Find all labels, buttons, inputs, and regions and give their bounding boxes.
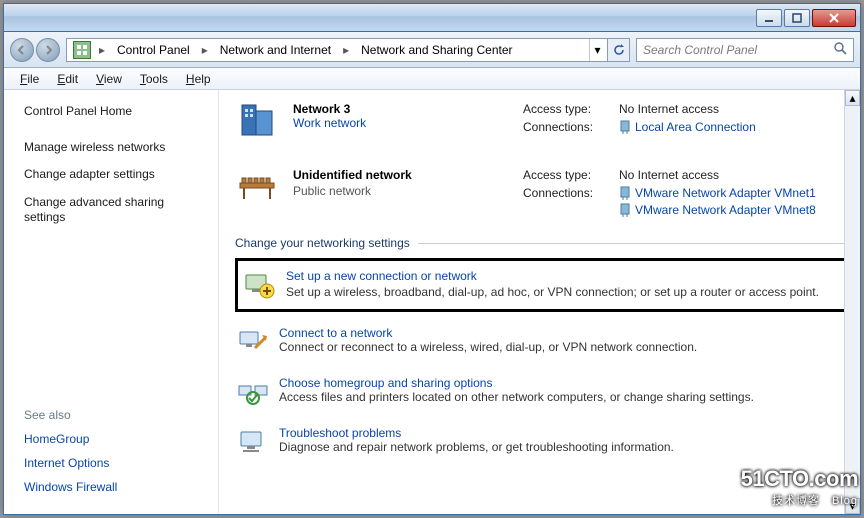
chevron-right-icon[interactable]: ▸ — [339, 39, 353, 61]
maximize-button[interactable] — [784, 9, 810, 27]
task-title: Set up a new connection or network — [286, 269, 819, 283]
search-input[interactable]: Search Control Panel — [636, 38, 854, 62]
task-homegroup[interactable]: Choose homegroup and sharing options Acc… — [235, 370, 848, 420]
sidebar-link-sharing[interactable]: Change advanced sharing settings — [24, 195, 204, 226]
troubleshoot-icon — [237, 426, 269, 458]
menu-file[interactable]: File — [12, 70, 47, 88]
task-desc: Access files and printers located on oth… — [279, 390, 754, 404]
network-icon[interactable] — [235, 98, 279, 142]
adapter-icon — [619, 120, 631, 134]
task-connect-network[interactable]: Connect to a network Connect or reconnec… — [235, 320, 848, 370]
section-title: Change your networking settings — [235, 236, 848, 250]
refresh-button[interactable] — [608, 38, 630, 62]
chevron-right-icon[interactable]: ▸ — [198, 39, 212, 61]
bench-icon[interactable] — [235, 164, 279, 208]
menu-view[interactable]: View — [88, 70, 130, 88]
task-desc: Connect or reconnect to a wireless, wire… — [279, 340, 697, 354]
network-type: Public network — [293, 184, 523, 198]
breadcrumb[interactable]: ▸ Control Panel ▸ Network and Internet ▸… — [66, 38, 608, 62]
back-button[interactable] — [10, 38, 34, 62]
search-placeholder: Search Control Panel — [643, 43, 757, 57]
connection-link[interactable]: VMware Network Adapter VMnet8 — [635, 203, 816, 217]
sidebar-link-wireless[interactable]: Manage wireless networks — [24, 140, 204, 156]
menu-tools[interactable]: Tools — [132, 70, 176, 88]
sidebar-home[interactable]: Control Panel Home — [24, 104, 204, 120]
breadcrumb-item[interactable]: Network and Internet — [212, 39, 339, 61]
breadcrumb-item[interactable]: Network and Sharing Center — [353, 39, 520, 61]
menu-edit[interactable]: Edit — [49, 70, 86, 88]
window: ▸ Control Panel ▸ Network and Internet ▸… — [3, 3, 861, 515]
access-type-value: No Internet access — [619, 102, 848, 116]
sidebar-link-adapter[interactable]: Change adapter settings — [24, 167, 204, 183]
task-title: Choose homegroup and sharing options — [279, 376, 492, 390]
connections-label: Connections: — [523, 186, 613, 217]
connection-link[interactable]: Local Area Connection — [635, 120, 756, 134]
adapter-icon — [619, 186, 631, 200]
task-setup-connection[interactable]: Set up a new connection or network Set u… — [235, 258, 848, 312]
task-desc: Set up a wireless, broadband, dial-up, a… — [286, 285, 819, 299]
connections-label: Connections: — [523, 120, 613, 134]
titlebar — [4, 4, 860, 32]
navbar: ▸ Control Panel ▸ Network and Internet ▸… — [4, 32, 860, 68]
minimize-button[interactable] — [756, 9, 782, 27]
watermark-small: 技术博客 Blog — [741, 492, 858, 508]
breadcrumb-item[interactable]: Control Panel — [109, 39, 198, 61]
breadcrumb-dropdown[interactable]: ▾ — [589, 39, 605, 61]
task-desc: Diagnose and repair network problems, or… — [279, 440, 674, 454]
watermark-big: 51CTO.com — [741, 466, 858, 492]
control-panel-icon — [73, 41, 91, 59]
task-title: Troubleshoot problems — [279, 426, 401, 440]
connection-link[interactable]: VMware Network Adapter VMnet1 — [635, 186, 816, 200]
scrollbar[interactable]: ▴ ▾ — [844, 90, 860, 514]
task-title: Connect to a network — [279, 326, 392, 340]
network-type-link[interactable]: Work network — [293, 116, 366, 130]
sidebar-link-firewall[interactable]: Windows Firewall — [24, 480, 204, 494]
homegroup-icon — [237, 376, 269, 408]
forward-button[interactable] — [36, 38, 60, 62]
chevron-right-icon[interactable]: ▸ — [95, 39, 109, 61]
see-also-heading: See also — [24, 408, 204, 422]
setup-connection-icon — [244, 269, 276, 301]
menu-help[interactable]: Help — [178, 70, 219, 88]
access-type-value: No Internet access — [619, 168, 848, 182]
menubar: File Edit View Tools Help — [4, 68, 860, 90]
watermark: 51CTO.com 技术博客 Blog — [741, 466, 858, 508]
sidebar-link-internet-options[interactable]: Internet Options — [24, 456, 204, 470]
search-icon — [833, 41, 847, 58]
scroll-up-button[interactable]: ▴ — [845, 90, 860, 106]
task-troubleshoot[interactable]: Troubleshoot problems Diagnose and repai… — [235, 420, 848, 470]
sidebar: Control Panel Home Manage wireless netwo… — [4, 90, 219, 514]
network-row: Network 3 Work network Access type: No I… — [235, 98, 848, 152]
access-type-label: Access type: — [523, 168, 613, 182]
network-row: Unidentified network Public network Acce… — [235, 164, 848, 218]
sidebar-link-homegroup[interactable]: HomeGroup — [24, 432, 204, 446]
body: Control Panel Home Manage wireless netwo… — [4, 90, 860, 514]
content: Network 3 Work network Access type: No I… — [219, 90, 860, 514]
access-type-label: Access type: — [523, 102, 613, 116]
connect-network-icon — [237, 326, 269, 358]
close-button[interactable] — [812, 9, 856, 27]
network-title: Network 3 — [293, 102, 523, 116]
adapter-icon — [619, 203, 631, 217]
network-title: Unidentified network — [293, 168, 523, 182]
